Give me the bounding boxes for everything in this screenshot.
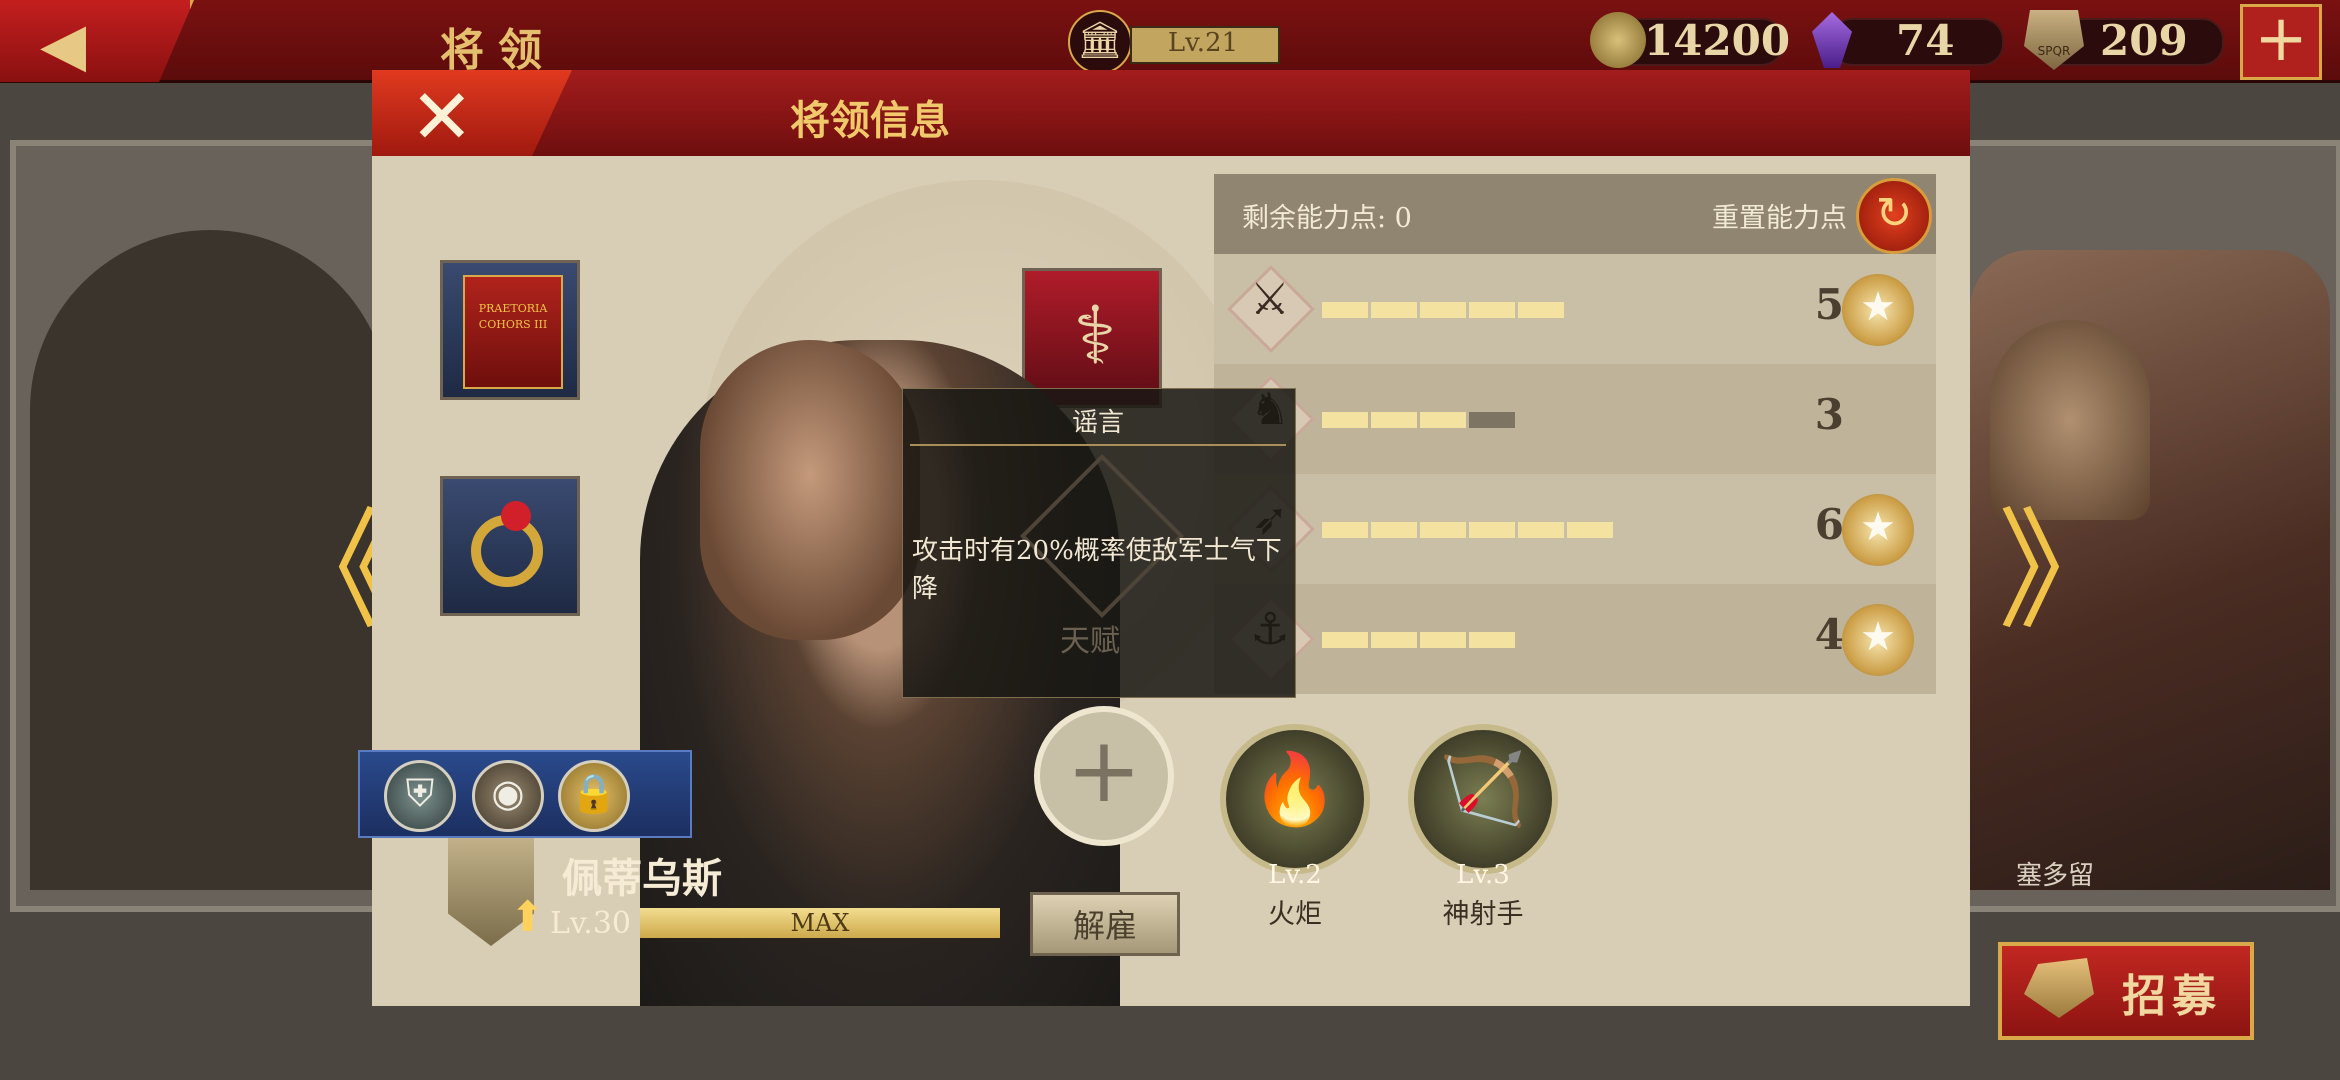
equipment-slot-ring[interactable] bbox=[440, 476, 580, 616]
coins-value: 14200 bbox=[1644, 16, 1791, 65]
city-hall-icon: 🏛 bbox=[1068, 10, 1132, 74]
right-hero-name: 塞多留 bbox=[2015, 861, 2094, 891]
reset-points-label: 重置能力点 bbox=[1712, 203, 1847, 234]
lock-icon[interactable]: 🔒 bbox=[558, 760, 630, 832]
stat-row-cavalry: ♞ 3 bbox=[1214, 364, 1936, 474]
tooltip-divider bbox=[910, 444, 1286, 446]
skill-torch[interactable]: 🔥 bbox=[1220, 724, 1370, 874]
shield-status-icon[interactable]: ◉ bbox=[472, 760, 544, 832]
page-title: 将领 bbox=[440, 25, 556, 76]
archer-icon: 🏹 bbox=[1439, 748, 1527, 830]
laurel-star-badge-icon: ★ bbox=[1842, 494, 1914, 566]
hero-portrait-head bbox=[700, 340, 920, 640]
modal-title: 将领信息 bbox=[790, 97, 950, 144]
stat-row-ranged: ➶ 6 ★ bbox=[1214, 474, 1936, 584]
banner-icon: PRAETORIA COHORS III bbox=[463, 275, 563, 389]
army-status-icon[interactable]: ⛨ bbox=[384, 760, 456, 832]
tooltip-talent-label: 天赋 bbox=[1060, 624, 1120, 659]
add-skill-button[interactable]: + bbox=[1034, 706, 1174, 846]
dismiss-button[interactable]: 解雇 bbox=[1030, 892, 1180, 956]
helmet-plus-icon bbox=[2024, 958, 2094, 1018]
hero-name: 佩蒂乌斯 bbox=[562, 855, 722, 902]
spqr-value: 209 bbox=[2100, 16, 2188, 65]
laurel-star-badge-icon: ★ bbox=[1842, 274, 1914, 346]
ring-gem bbox=[501, 501, 531, 531]
coin-icon bbox=[1590, 12, 1646, 68]
exp-text: MAX bbox=[790, 909, 850, 937]
stat-value: 6 bbox=[1814, 500, 1844, 549]
remaining-points-label: 剩余能力点: 0 bbox=[1242, 203, 1412, 234]
skill-archer-name: 神射手 bbox=[1442, 899, 1524, 930]
add-resource-button[interactable]: + bbox=[2240, 4, 2322, 80]
sword-icon: ⚔ bbox=[1250, 274, 1290, 325]
close-icon: ✕ bbox=[410, 72, 474, 161]
banner-text: PRAETORIA COHORS III bbox=[478, 302, 548, 331]
stat-value: 5 bbox=[1814, 280, 1844, 329]
next-hero-arrow-icon[interactable]: 》 bbox=[1998, 466, 2128, 654]
back-arrow-icon: ◀ bbox=[40, 10, 87, 80]
tooltip-title: 谣言 bbox=[1071, 408, 1124, 438]
equipment-slot-banner[interactable]: PRAETORIA COHORS III bbox=[440, 260, 580, 400]
recruit-label: 招募 bbox=[2122, 971, 2222, 1022]
stat-value: 4 bbox=[1814, 610, 1844, 659]
stat-row-naval: ⚓ 4 ★ bbox=[1214, 584, 1936, 694]
modal-header bbox=[372, 70, 1970, 156]
laurel-star-badge-icon: ★ bbox=[1842, 604, 1914, 676]
stat-row-attack: ⚔ 5 ★ bbox=[1214, 254, 1936, 364]
city-level-text: Lv.21 bbox=[1167, 28, 1239, 58]
caduceus-icon: ⚕ bbox=[1073, 289, 1117, 382]
skill-torch-name: 火炬 bbox=[1268, 899, 1322, 930]
skill-torch-level: Lv.2 bbox=[1268, 860, 1322, 890]
rank-up-arrow-icon: ⬆ bbox=[510, 892, 546, 941]
tooltip-description: 攻击时有20%概率使敌军士气下降 bbox=[912, 536, 1282, 604]
hero-level: Lv.30 bbox=[550, 906, 632, 941]
skill-archer[interactable]: 🏹 bbox=[1408, 724, 1558, 874]
torch-icon: 🔥 bbox=[1251, 748, 1339, 830]
stat-value: 3 bbox=[1814, 390, 1844, 439]
recruit-button[interactable]: 招募 bbox=[1998, 942, 2254, 1040]
equipment-slot-caduceus[interactable]: ⚕ bbox=[1022, 268, 1162, 408]
reset-points-button[interactable]: ↻ bbox=[1856, 178, 1932, 254]
skill-archer-level: Lv.3 bbox=[1456, 860, 1510, 890]
gems-value: 74 bbox=[1896, 16, 1955, 65]
